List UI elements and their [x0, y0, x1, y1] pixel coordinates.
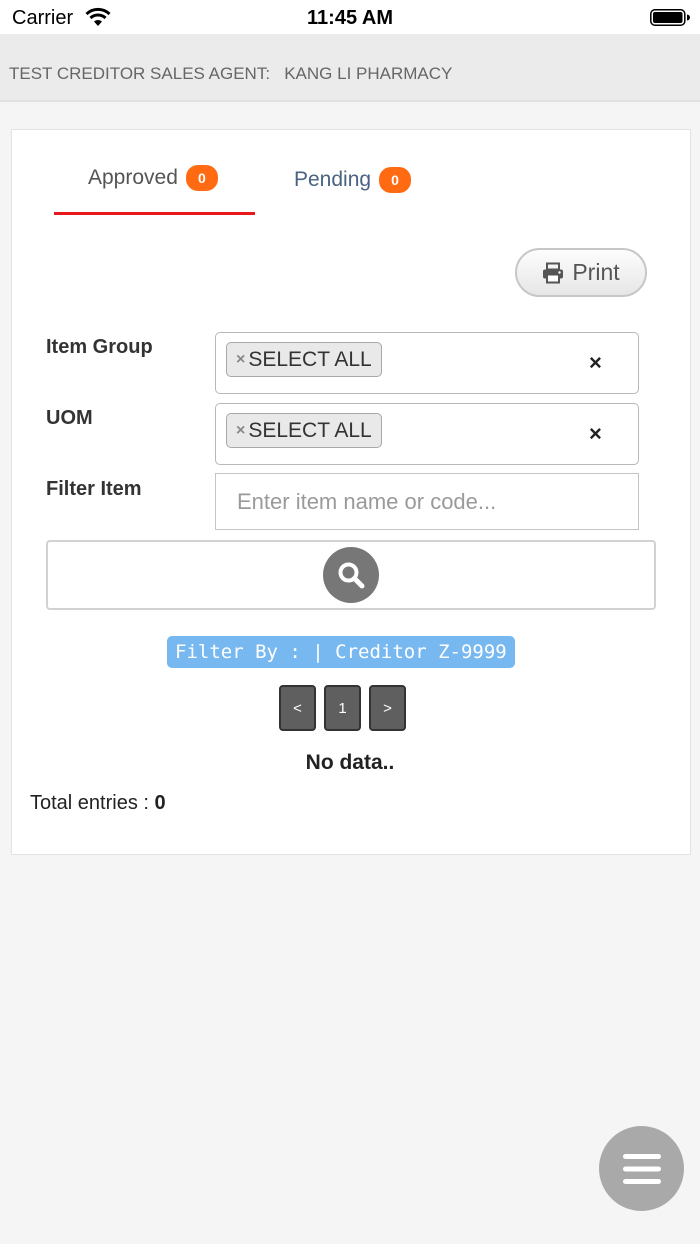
filter-item-label: Filter Item — [46, 478, 142, 500]
uom-label: UOM — [46, 407, 93, 429]
menu-icon — [622, 1153, 661, 1184]
total-entries: Total entries : 0 — [30, 792, 166, 815]
filter-item-input[interactable] — [215, 473, 639, 530]
item-group-chip: × SELECT ALL — [226, 342, 382, 377]
chip-remove-icon[interactable]: × — [236, 351, 245, 369]
battery-icon — [650, 9, 690, 26]
search-icon — [338, 562, 365, 589]
printer-icon — [543, 262, 564, 283]
status-time: 11:45 AM — [307, 7, 393, 29]
search-button[interactable] — [46, 540, 656, 610]
page-title: TEST CREDITOR SALES AGENT: KANG LI PHARM… — [9, 64, 453, 83]
floating-menu-button[interactable] — [599, 1126, 684, 1211]
empty-state-message: No data.. — [305, 751, 395, 774]
item-group-chip-label: SELECT ALL — [248, 347, 372, 371]
status-bar: Carrier 11:45 AM — [0, 0, 700, 34]
item-group-label: Item Group — [46, 336, 153, 358]
uom-chip: × SELECT ALL — [226, 413, 382, 448]
pagination-prev-button[interactable]: < — [279, 685, 316, 731]
pagination-next-button[interactable]: > — [369, 685, 406, 731]
tab-approved-label: Approved — [88, 166, 178, 189]
print-button[interactable]: Print — [515, 248, 647, 297]
tab-pending-label: Pending — [294, 168, 372, 191]
item-group-clear-icon[interactable]: × — [589, 350, 602, 376]
app-header: TEST CREDITOR SALES AGENT: KANG LI PHARM… — [0, 34, 700, 102]
active-tab-indicator — [54, 212, 255, 215]
total-entries-value: 0 — [154, 792, 166, 814]
filter-summary-badge: Filter By : | Creditor Z-9999 — [167, 636, 515, 668]
approved-count-badge: 0 — [185, 165, 218, 191]
uom-select[interactable]: × SELECT ALL × — [215, 403, 639, 465]
pagination-page-1[interactable]: 1 — [324, 685, 361, 731]
total-entries-label: Total entries : — [30, 792, 149, 814]
tab-approved[interactable]: Approved 0 — [88, 165, 218, 191]
uom-chip-label: SELECT ALL — [248, 418, 372, 442]
tab-pending[interactable]: Pending 0 — [294, 167, 412, 193]
chip-remove-icon[interactable]: × — [236, 422, 245, 440]
uom-clear-icon[interactable]: × — [589, 421, 602, 447]
pending-count-badge: 0 — [379, 167, 412, 193]
item-group-select[interactable]: × SELECT ALL × — [215, 332, 639, 394]
print-label: Print — [572, 259, 620, 285]
search-icon-circle — [323, 547, 379, 603]
